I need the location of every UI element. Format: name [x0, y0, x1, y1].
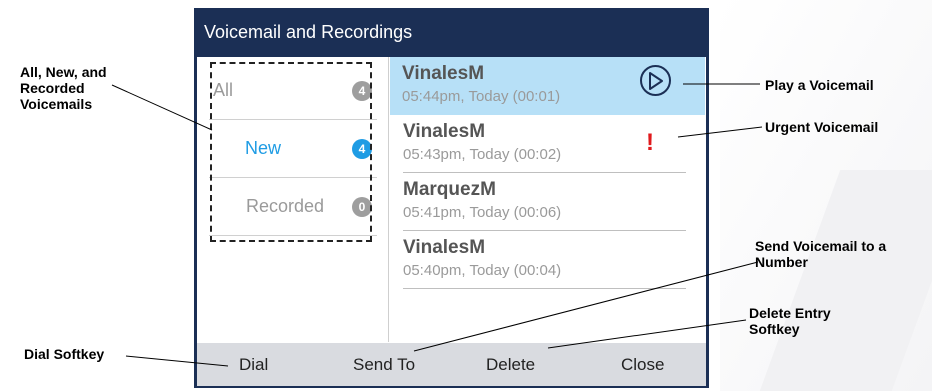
callout-urgent: Urgent Voicemail: [765, 119, 879, 135]
callout-folders: All, New, and Recorded Voicemails: [20, 64, 107, 112]
callout-send: Send Voicemail to a Number: [755, 238, 887, 270]
callout-dial: Dial Softkey: [24, 346, 105, 362]
callout-play: Play a Voicemail: [765, 77, 874, 93]
callout-delete: Delete Entry Softkey: [749, 305, 831, 337]
